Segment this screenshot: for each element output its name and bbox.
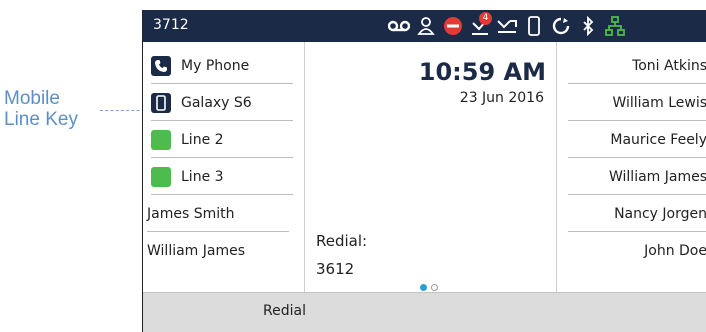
redial-label: Redial: — [316, 232, 368, 250]
contacts-icon[interactable] — [412, 14, 439, 38]
speed-dial-panel: Toni Atkins William Lewis Maurice Feely … — [558, 42, 706, 292]
callout-line2: Line Key — [4, 109, 78, 130]
line-key-line-2[interactable]: Line 2 — [151, 122, 293, 158]
mobile-phone-icon — [151, 92, 171, 113]
speed-dial-label: John Doe — [644, 243, 706, 259]
redial-number[interactable]: 3612 — [316, 260, 354, 278]
line-key-my-phone[interactable]: My Phone — [151, 48, 293, 84]
voicemail-icon[interactable] — [385, 14, 412, 38]
clock-time: 10:59 AM — [418, 58, 546, 86]
clock-date: 23 Jun 2016 — [459, 90, 544, 106]
line-key-label: My Phone — [181, 57, 250, 74]
line-key-label: William James — [147, 243, 246, 259]
line-keys-panel: My Phone Galaxy S6 Line 2 Line 3 James S… — [143, 42, 305, 292]
line-key-line-3[interactable]: Line 3 — [151, 159, 293, 195]
phone-screen: 3712 4 My Phone Galaxy S6 Line 2 Line 3 … — [142, 10, 706, 332]
redial-softkey[interactable]: Redial — [263, 303, 306, 319]
line-key-william-james[interactable]: William James — [147, 233, 289, 269]
line-key-label: Line 2 — [181, 131, 224, 148]
speed-dial-label: William Lewis — [612, 94, 706, 111]
speed-dial-label: Maurice Feely — [610, 131, 706, 148]
line-key-label: Galaxy S6 — [181, 94, 252, 111]
mobile-phone-icon[interactable] — [520, 14, 547, 38]
speed-dial-label: Toni Atkins — [632, 57, 706, 74]
extension-number: 3712 — [153, 17, 189, 33]
line-status-icon — [151, 129, 171, 150]
speed-dial-key[interactable]: Maurice Feely — [568, 122, 706, 158]
line-key-label: James Smith — [147, 205, 235, 222]
page-dot-inactive[interactable] — [431, 284, 438, 291]
status-icons: 4 — [385, 12, 628, 38]
speed-dial-key[interactable]: Toni Atkins — [568, 48, 706, 84]
speed-dial-key[interactable]: William Lewis — [568, 85, 706, 121]
phone-icon — [151, 55, 171, 76]
page-indicator — [420, 284, 438, 291]
line-key-james-smith[interactable]: James Smith — [147, 196, 289, 232]
page-dot-active[interactable] — [420, 284, 427, 291]
callout-line1: Mobile — [4, 88, 60, 109]
network-icon[interactable] — [601, 14, 628, 38]
line-key-label: Line 3 — [181, 168, 224, 185]
line-key-galaxy-s6[interactable]: Galaxy S6 — [151, 85, 293, 121]
do-not-disturb-icon[interactable] — [439, 14, 466, 38]
call-forward-icon[interactable] — [493, 14, 520, 38]
line-status-icon — [151, 166, 171, 187]
missed-calls-badge: 4 — [479, 12, 492, 25]
speed-dial-key[interactable]: Nancy Jorgen — [568, 196, 706, 232]
sync-icon[interactable] — [547, 14, 574, 38]
speed-dial-label: Nancy Jorgen — [614, 205, 706, 222]
status-bar: 3712 4 — [143, 10, 706, 42]
speed-dial-key[interactable]: John Doe — [568, 233, 706, 269]
missed-calls-icon[interactable]: 4 — [466, 12, 493, 38]
bluetooth-icon[interactable] — [574, 14, 601, 38]
speed-dial-label: William James — [608, 168, 706, 185]
idle-screen-center: 10:59 AM 23 Jun 2016 Redial: 3612 — [306, 42, 557, 292]
mobile-line-key-callout: Mobile Line Key — [4, 88, 116, 130]
speed-dial-key[interactable]: William James — [568, 159, 706, 195]
softkey-bar: Redial — [143, 292, 706, 332]
